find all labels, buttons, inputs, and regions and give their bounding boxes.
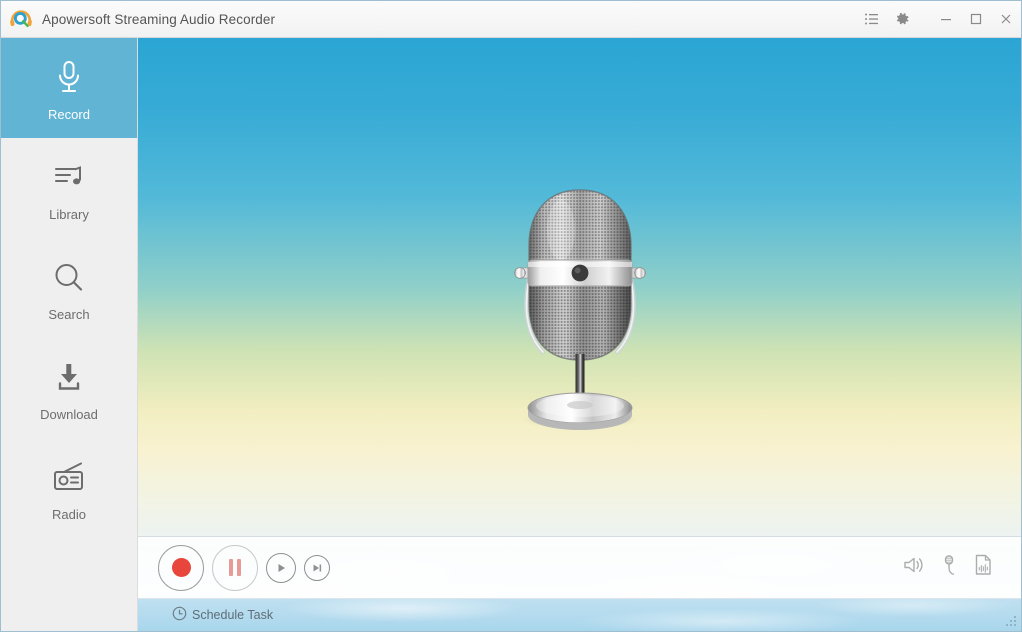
microphone-icon: [52, 55, 86, 101]
volume-icon[interactable]: [903, 555, 925, 580]
record-button[interactable]: [158, 544, 204, 591]
maximize-icon[interactable]: [961, 1, 991, 37]
download-icon: [51, 355, 87, 401]
sidebar-item-label: Library: [49, 206, 89, 222]
search-icon: [51, 255, 87, 301]
retro-microphone-illustration: [495, 184, 665, 434]
application-window: Apowersoft Streaming Audio Recorder Reco…: [0, 0, 1022, 632]
clock-icon: [172, 606, 187, 624]
close-icon[interactable]: [991, 1, 1021, 37]
sidebar-item-label: Search: [48, 306, 90, 322]
transport-control-bar: [138, 536, 1021, 599]
audio-tool-buttons: [903, 554, 1021, 581]
next-button[interactable]: [304, 554, 330, 581]
pause-button[interactable]: [212, 544, 258, 591]
record-dot-icon: [171, 558, 191, 577]
radio-icon: [50, 455, 88, 501]
window-controls: [857, 1, 1021, 37]
sidebar-item-label: Download: [40, 406, 98, 422]
transport-buttons: [138, 544, 330, 591]
resize-grip-icon[interactable]: [1004, 614, 1018, 628]
sidebar-item-label: Record: [48, 106, 90, 122]
schedule-task-label: Schedule Task: [192, 608, 274, 622]
sidebar-item-search[interactable]: Search: [1, 238, 137, 338]
audio-file-icon[interactable]: [973, 554, 993, 581]
sidebar: Record Library Search Download Radio: [1, 38, 138, 631]
audio-source-icon[interactable]: [939, 554, 959, 581]
sidebar-item-download[interactable]: Download: [1, 338, 137, 438]
title-bar: Apowersoft Streaming Audio Recorder: [1, 1, 1021, 38]
play-icon: [278, 563, 285, 572]
gear-icon[interactable]: [887, 1, 917, 37]
minimize-icon[interactable]: [931, 1, 961, 37]
next-icon: [313, 564, 322, 571]
sidebar-item-radio[interactable]: Radio: [1, 438, 137, 538]
sidebar-item-library[interactable]: Library: [1, 138, 137, 238]
status-bar: Schedule Task: [138, 599, 1021, 631]
sidebar-item-record[interactable]: Record: [1, 38, 137, 138]
pause-icon: [229, 559, 241, 576]
list-icon[interactable]: [857, 1, 887, 37]
library-music-icon: [51, 155, 87, 201]
schedule-task-button[interactable]: Schedule Task: [172, 606, 273, 624]
sidebar-item-label: Radio: [52, 506, 86, 522]
apowersoft-logo-icon: [9, 7, 33, 31]
play-button[interactable]: [266, 552, 296, 583]
window-title: Apowersoft Streaming Audio Recorder: [42, 11, 276, 27]
